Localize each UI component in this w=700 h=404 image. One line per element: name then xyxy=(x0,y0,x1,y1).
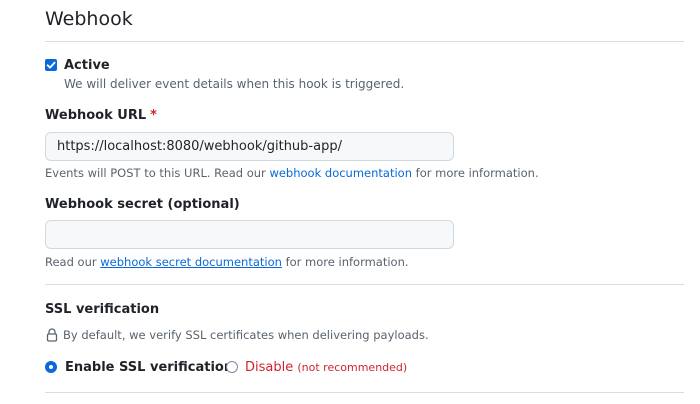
active-label[interactable]: Active xyxy=(64,58,110,73)
webhook-secret-documentation-link[interactable]: webhook secret documentation xyxy=(100,255,282,269)
webhook-url-label-text: Webhook URL xyxy=(45,108,147,123)
webhook-secret-note-suffix: for more information. xyxy=(281,255,409,269)
webhook-settings-page: Webhook Active We will deliver event det… xyxy=(0,0,700,404)
webhook-url-note-prefix: Events will POST to this URL. Read our xyxy=(45,166,270,180)
webhook-documentation-link[interactable]: webhook documentation xyxy=(269,166,412,180)
ssl-description: By default, we verify SSL certificates w… xyxy=(63,328,429,342)
required-marker: * xyxy=(150,108,157,123)
webhook-url-label: Webhook URL * xyxy=(45,108,157,123)
disable-ssl-label-text: Disable xyxy=(245,360,294,375)
section-title: Webhook xyxy=(45,8,133,30)
webhook-secret-note: Read our webhook secret documentation fo… xyxy=(45,255,409,269)
lock-icon xyxy=(46,328,58,342)
divider xyxy=(45,284,684,285)
enable-ssl-label[interactable]: Enable SSL verification xyxy=(65,360,233,375)
divider xyxy=(45,41,684,42)
checkmark-icon xyxy=(46,61,56,69)
webhook-url-note: Events will POST to this URL. Read our w… xyxy=(45,166,539,180)
webhook-url-input[interactable] xyxy=(45,132,454,161)
disable-ssl-label[interactable]: Disable (not recommended) xyxy=(245,360,407,375)
active-description: We will deliver event details when this … xyxy=(64,77,405,91)
active-checkbox[interactable] xyxy=(45,59,57,71)
not-recommended-hint: (not recommended) xyxy=(297,361,408,374)
ssl-verification-label: SSL verification xyxy=(45,302,160,317)
webhook-secret-input[interactable] xyxy=(45,220,454,249)
disable-ssl-radio[interactable] xyxy=(226,361,238,373)
divider xyxy=(45,392,684,393)
enable-ssl-radio[interactable] xyxy=(45,361,57,373)
webhook-secret-label: Webhook secret (optional) xyxy=(45,197,240,212)
webhook-url-note-suffix: for more information. xyxy=(412,166,539,180)
webhook-secret-note-prefix: Read our xyxy=(45,255,101,269)
